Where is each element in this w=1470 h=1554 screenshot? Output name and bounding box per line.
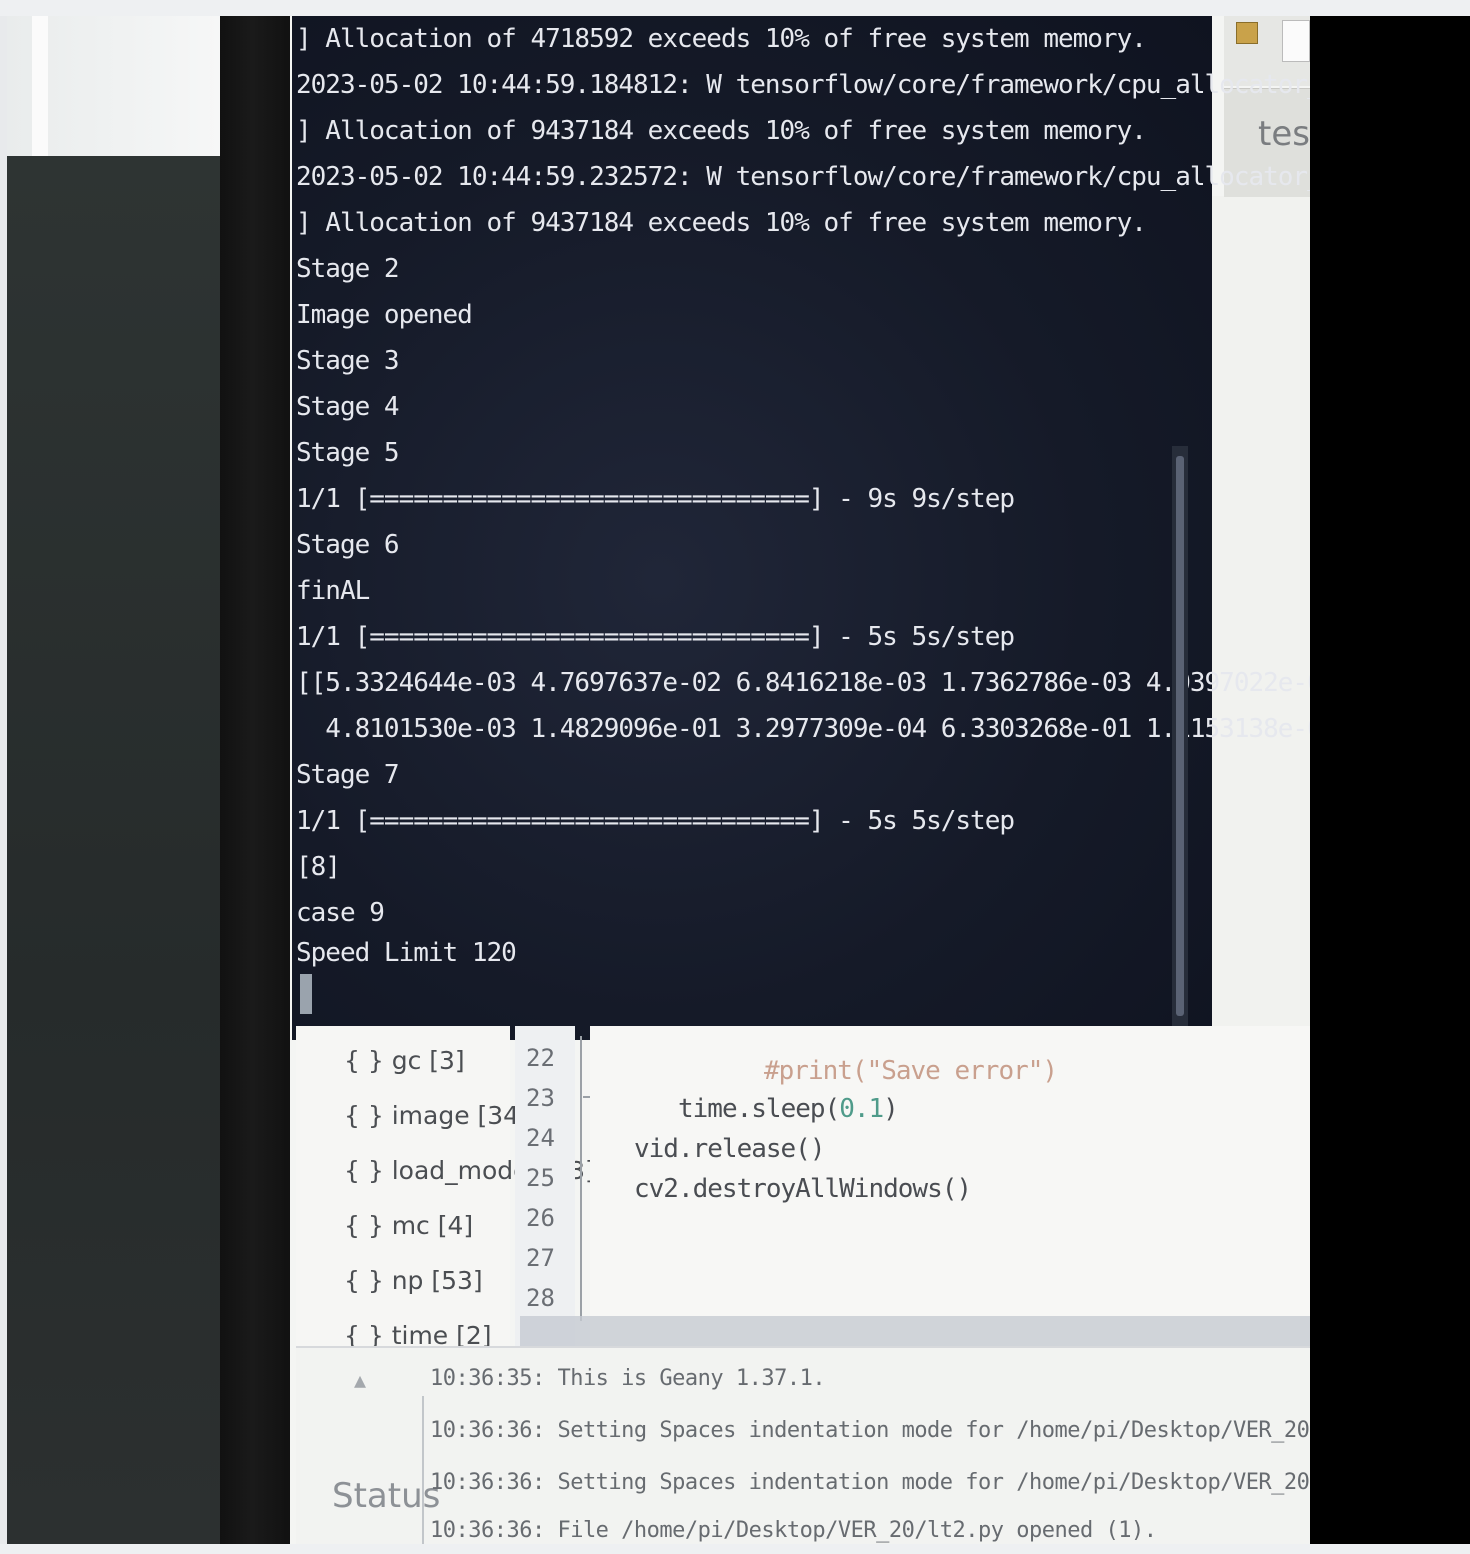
terminal-line: 1/1 [==============================] - 9… [296, 484, 1015, 514]
monitor-bezel [220, 16, 300, 1544]
status-line: 10:36:35: This is Geany 1.37.1. [430, 1366, 826, 1391]
terminal-line: Stage 3 [296, 346, 400, 376]
terminal-line: Stage 6 [296, 530, 400, 560]
line-number: 28 [526, 1284, 555, 1312]
terminal-line: Image opened [296, 300, 473, 330]
code-number: 0.1 [839, 1094, 884, 1124]
symbol-item[interactable]: { } mc [4] [344, 1211, 473, 1240]
terminal-line: 1/1 [==============================] - 5… [296, 622, 1015, 652]
tab-status[interactable]: Status [332, 1476, 440, 1516]
terminal-line: 2023-05-02 10:44:59.184812: W tensorflow… [296, 70, 1310, 100]
terminal-scroll-thumb[interactable] [1176, 456, 1184, 1016]
dark-edge [1310, 16, 1470, 1544]
line-number: 22 [526, 1044, 555, 1072]
status-line: 10:36:36: File /home/pi/Desktop/VER_20/l… [430, 1518, 1157, 1543]
symbol-item[interactable]: { } image [34] [344, 1101, 529, 1130]
terminal-line: ] Allocation of 9437184 exceeds 10% of f… [296, 116, 1147, 146]
monitor-screen: testi ] Allocation of 4718592 exceeds 10… [290, 16, 1310, 1544]
line-number: 23 [526, 1084, 555, 1112]
fold-guide [580, 1036, 582, 1321]
toolbar-button[interactable] [1282, 20, 1310, 62]
terminal-line: ] Allocation of 4718592 exceeds 10% of f… [296, 24, 1147, 54]
status-divider [422, 1396, 424, 1544]
line-number: 24 [526, 1124, 555, 1152]
terminal-line: Stage 2 [296, 254, 400, 284]
terminal-line: 2023-05-02 10:44:59.232572: W tensorflow… [296, 162, 1310, 192]
terminal-line: [8] [296, 852, 341, 882]
terminal-line: Speed Limit 120 [296, 938, 517, 968]
editor-tab-testi[interactable]: testi [1258, 114, 1310, 154]
code-line: #print("Save error") [764, 1056, 1058, 1086]
status-line: 10:36:36: Setting Spaces indentation mod… [430, 1470, 1310, 1495]
status-line: 10:36:36: Setting Spaces indentation mod… [430, 1418, 1310, 1443]
terminal-cursor [300, 974, 312, 1014]
toolbar-icon[interactable] [1236, 22, 1258, 44]
code-line: cv2.destroyAllWindows() [634, 1174, 972, 1204]
code-token: ) [883, 1094, 899, 1124]
frame-left [0, 16, 7, 1544]
terminal-line: Stage 7 [296, 760, 400, 790]
background-wall-strip [32, 16, 48, 156]
code-line: time.sleep(0.1) [678, 1094, 899, 1124]
scroll-up-arrow-icon[interactable]: ▲ [354, 1368, 366, 1392]
terminal-window[interactable]: ] Allocation of 4718592 exceeds 10% of f… [292, 16, 1310, 1040]
terminal-line: ] Allocation of 9437184 exceeds 10% of f… [296, 208, 1147, 238]
symbol-item[interactable]: { } np [53] [344, 1266, 483, 1295]
line-number: 25 [526, 1164, 555, 1192]
terminal-line: finAL [296, 576, 370, 606]
terminal-line: Stage 4 [296, 392, 400, 422]
terminal-line: 1/1 [==============================] - 5… [296, 806, 1015, 836]
symbol-item[interactable]: { } gc [3] [344, 1046, 465, 1075]
code-token: time.sleep( [678, 1094, 840, 1124]
code-line: vid.release() [634, 1134, 825, 1164]
terminal-line: [[5.3324644e-03 4.7697637e-02 6.8416218e… [296, 668, 1310, 698]
line-number: 26 [526, 1204, 555, 1232]
line-number: 27 [526, 1244, 555, 1272]
terminal-line: Stage 5 [296, 438, 400, 468]
background-cabinet [7, 156, 222, 1544]
editor-horizontal-scrollbar[interactable] [520, 1316, 1310, 1346]
frame-bottom [0, 1544, 1470, 1554]
terminal-line: 4.8101530e-03 1.4829096e-01 3.2977309e-0… [296, 714, 1310, 744]
terminal-line: case 9 [296, 898, 385, 928]
